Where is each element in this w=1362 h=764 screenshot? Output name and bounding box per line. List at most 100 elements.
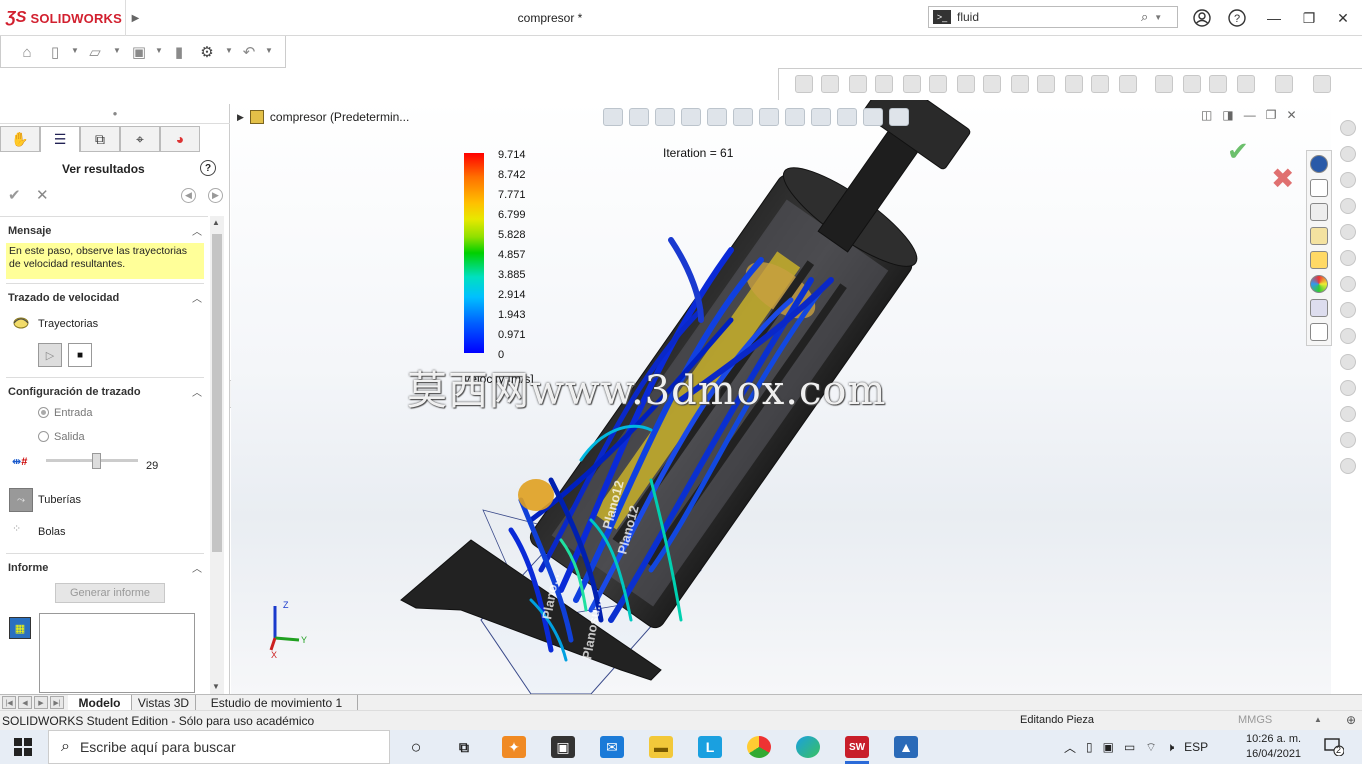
mail-icon[interactable]: ✉ [600,736,624,758]
first-tab-arrow-icon[interactable]: |◀ [2,696,16,709]
apply-scene-icon[interactable] [837,108,857,126]
trace-config-header[interactable]: Configuración de trazado [8,386,141,398]
tab-feature-manager[interactable]: ✋ [0,126,40,152]
options-gear-icon[interactable]: ⚙ [197,42,217,62]
solidworks-resources-icon[interactable] [1310,155,1328,173]
generate-report-button[interactable]: Generar informe [55,583,165,603]
greyed-tool-icon[interactable] [1340,328,1356,344]
notification-center-icon[interactable]: 2 [1324,738,1345,757]
greyed-tool-icon[interactable] [1340,146,1356,162]
greyed-tool-icon[interactable] [1340,380,1356,396]
last-tab-arrow-icon[interactable]: ▶| [50,696,64,709]
forward-arrow-button[interactable]: ▶ [208,188,223,203]
search-dropdown-icon[interactable]: ▼ [1154,13,1162,22]
user-account-icon[interactable] [1190,6,1214,30]
greyed-tool-icon[interactable] [1340,276,1356,292]
message-section-header[interactable]: Mensaje [8,225,51,237]
greyed-tool-icon[interactable] [1340,198,1356,214]
chevron-up-icon[interactable]: ︿ [192,560,202,575]
units-selector[interactable]: MMGS [1238,714,1272,726]
command-search-icon[interactable]: >_ [933,10,951,24]
inlet-radio[interactable] [38,407,49,418]
wifi-icon[interactable]: ⌔ [1145,740,1156,755]
velocity-trace-header[interactable]: Trazado de velocidad [8,292,119,304]
tab-configuration-manager[interactable]: ⧉ [80,126,120,152]
toolbar-tool-icon-14[interactable] [1155,75,1173,93]
toolbar-tool-icon-11[interactable] [1065,75,1083,93]
dynamic-annotation-icon[interactable] [707,108,727,126]
home-icon[interactable] [1310,179,1328,197]
toolbar-tool-icon-3[interactable] [849,75,867,93]
windows-start-icon[interactable] [14,738,32,756]
back-arrow-button[interactable]: ◀ [181,188,196,203]
custom-properties-icon[interactable] [1310,299,1328,317]
app-icon-orange[interactable]: ✦ [502,736,526,758]
chevron-up-icon[interactable]: ︿ [192,384,202,399]
open-dropdown-icon[interactable]: ▼ [113,46,121,55]
tab-3d-views[interactable]: Vistas 3D [132,695,196,711]
greyed-tool-icon[interactable] [1340,172,1356,188]
save-report-icon[interactable]: ▦ [9,617,31,639]
undo-dropdown-icon[interactable]: ▼ [265,46,273,55]
print-icon[interactable]: ▮ [169,42,189,62]
undo-icon[interactable]: ↶ [239,42,259,62]
view-settings-icon[interactable] [863,108,883,126]
chevron-up-icon[interactable]: ︿ [192,290,202,305]
save-dropdown-icon[interactable]: ▼ [155,46,163,55]
file-explorer-folder-icon[interactable]: ▬ [649,736,673,758]
zoom-to-fit-icon[interactable] [603,108,623,126]
cancel-x-icon[interactable]: ✖ [1271,162,1294,195]
chevron-up-icon[interactable]: ︿ [1064,739,1076,756]
home-icon[interactable]: ⌂ [17,42,37,62]
language-indicator[interactable]: ESP [1184,740,1208,754]
tray-app-icon[interactable]: ▯ [1086,740,1093,754]
file-explorer-icon[interactable] [1310,227,1328,245]
prev-tab-arrow-icon[interactable]: ◀ [18,696,32,709]
view-orientation-icon[interactable] [733,108,753,126]
play-button[interactable]: ▷ [38,343,62,367]
panel-grip-handle[interactable]: ● [0,104,230,124]
maximize-button[interactable]: ❐ [1297,6,1321,30]
open-folder-icon[interactable]: ▱ [85,42,105,62]
toolbar-tool-icon-15[interactable] [1183,75,1201,93]
help-icon[interactable]: ? [200,160,216,176]
store-bag-icon[interactable]: ▣ [551,736,575,758]
greyed-tool-icon[interactable] [1340,458,1356,474]
scroll-up-arrow-icon[interactable]: ▲ [212,218,220,227]
stop-button[interactable]: ■ [68,343,92,367]
toolbar-tool-icon-1[interactable] [795,75,813,93]
points-slider-thumb[interactable] [92,453,101,469]
cancel-x-button[interactable]: ✕ [36,186,49,204]
tab-display-manager[interactable]: ◕ [160,126,200,152]
new-document-icon[interactable]: ▯ [45,42,65,62]
greyed-tool-icon[interactable] [1340,120,1356,136]
save-icon[interactable]: ▣ [129,42,149,62]
volume-muted-icon[interactable]: 🕨 [1167,740,1175,755]
toolbar-tool-icon-4[interactable] [875,75,893,93]
toolbar-tool-icon-18[interactable] [1275,75,1293,93]
customize-status-icon[interactable]: ⊕ [1346,713,1356,727]
toolbar-tool-icon-17[interactable] [1237,75,1255,93]
appearances-icon[interactable] [1310,275,1328,293]
section-view-icon[interactable] [681,108,701,126]
menu-expand-arrow[interactable]: ▶ [125,0,145,36]
forum-chat-icon[interactable] [1310,323,1328,341]
close-window-button[interactable]: ✕ [1331,6,1355,30]
previous-view-icon[interactable] [655,108,675,126]
tab-property-manager[interactable]: ☰ [40,126,80,152]
greyed-tool-icon[interactable] [1340,302,1356,318]
toolbar-tool-icon-8[interactable] [983,75,1001,93]
toolbar-tool-icon-6[interactable] [929,75,947,93]
edge-icon[interactable] [796,736,820,758]
tray-app-icon[interactable]: ▣ [1103,740,1114,754]
units-dropdown-icon[interactable]: ▲ [1314,715,1322,724]
viewport-pane-right-icon[interactable]: ◨ [1222,108,1233,122]
toolbar-tool-icon-13[interactable] [1119,75,1137,93]
greyed-tool-icon[interactable] [1340,354,1356,370]
search-box[interactable]: >_ ⌕ ▼ [928,6,1178,28]
taskbar-clock[interactable]: 10:26 a. m. 16/04/2021 [1246,732,1301,762]
viewport-pane-left-icon[interactable]: ◫ [1201,108,1212,122]
taskbar-search-box[interactable]: ⌕ Escribe aquí para buscar [48,730,390,764]
tab-dimxpert-manager[interactable]: ⌖ [120,126,160,152]
toolbar-tool-icon-7[interactable] [957,75,975,93]
